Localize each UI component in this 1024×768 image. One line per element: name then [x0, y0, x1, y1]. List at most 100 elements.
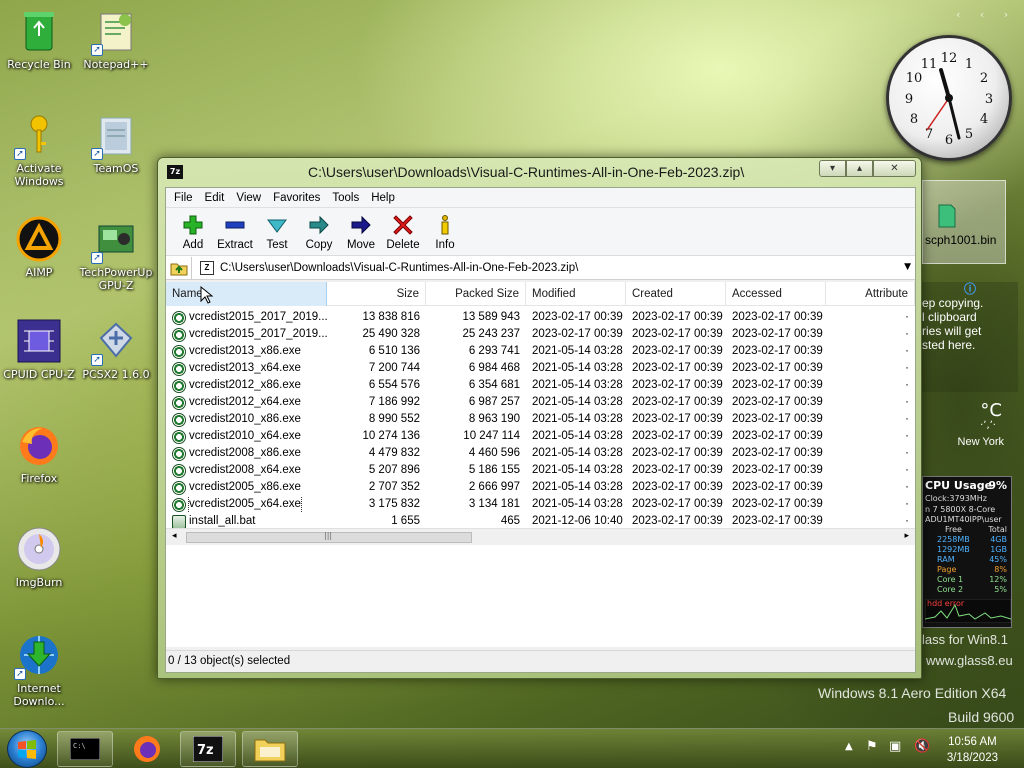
desktop-file-label: scph1001.bin: [925, 233, 997, 247]
taskbar-firefox[interactable]: [119, 731, 175, 767]
svg-text:10: 10: [906, 71, 923, 86]
table-row[interactable]: vcredist2013_x64.exe 7 200 744 6 984 468 20…: [166, 360, 915, 377]
column-created[interactable]: Created: [626, 282, 726, 306]
table-row[interactable]: vcredist2015_2017_2019... 25 490 328 25 24…: [166, 326, 915, 343]
column-packed-size[interactable]: Packed Size: [426, 282, 526, 306]
svg-text:6: 6: [945, 133, 953, 148]
desktop-icon-label: Recycle Bin: [7, 58, 71, 71]
move-icon: [351, 215, 371, 235]
table-row[interactable]: vcredist2015_2017_2019... 13 838 816 13 58…: [166, 309, 915, 326]
file-list-empty-area[interactable]: [166, 547, 915, 647]
scroll-left-icon[interactable]: ◂: [172, 531, 177, 541]
table-row[interactable]: vcredist2005_x64.exe 3 175 832 3 134 181 20…: [166, 496, 915, 513]
table-row[interactable]: vcredist2013_x86.exe 6 510 136 6 293 741 20…: [166, 343, 915, 360]
desktop-icon-aimp[interactable]: AIMP: [0, 216, 78, 279]
file-name: vcredist2012_x86.exe: [189, 379, 301, 391]
file-modified-cell: 2021-05-14 03:28: [532, 481, 623, 493]
cpu-meter-row-label: RAM: [937, 555, 955, 564]
start-button[interactable]: [7, 730, 47, 768]
cpu-meter-free-label: Free: [945, 525, 962, 534]
copy-button[interactable]: Copy: [298, 208, 340, 254]
column-accessed[interactable]: Accessed: [726, 282, 826, 306]
menu-view[interactable]: View: [230, 192, 267, 204]
desktop-icon-activate-windows[interactable]: ➚ Activate Windows: [0, 112, 78, 188]
desktop-icon-label: Internet Downlo...: [13, 682, 65, 708]
scrollbar-thumb[interactable]: |||: [186, 531, 472, 543]
action-center-flag-icon[interactable]: ⚑: [866, 739, 878, 754]
file-attribute-cell: ·: [905, 396, 909, 408]
desktop-icon-notepad-plus-plus[interactable]: ➚ Notepad++: [77, 8, 155, 71]
address-dropdown-icon[interactable]: ▼: [904, 262, 911, 272]
taskbar-clock[interactable]: 10:56 AM 3/18/2023: [947, 734, 998, 766]
desktop-icon-recycle-bin[interactable]: Recycle Bin: [0, 8, 78, 71]
menu-edit[interactable]: Edit: [199, 192, 231, 204]
table-row[interactable]: vcredist2012_x86.exe 6 554 576 6 354 681 20…: [166, 377, 915, 394]
extract-button[interactable]: Extract: [214, 208, 256, 254]
horizontal-scrollbar[interactable]: ◂ ||| ▸: [166, 528, 915, 545]
file-created-cell: 2023-02-17 00:39: [632, 362, 723, 374]
scroll-right-icon[interactable]: ▸: [904, 531, 909, 541]
teamos-icon: ➚: [91, 112, 139, 160]
desktop-icon-internet-download-manager[interactable]: ➚ Internet Downlo...: [0, 632, 78, 708]
show-hidden-icons-icon[interactable]: ▲: [845, 741, 853, 752]
table-row[interactable]: vcredist2010_x86.exe 8 990 552 8 963 190 20…: [166, 411, 915, 428]
exe-file-icon: [172, 480, 186, 495]
move-button[interactable]: Move: [340, 208, 382, 254]
file-accessed-cell: 2023-02-17 00:39: [732, 362, 823, 374]
network-icon[interactable]: ▣: [889, 739, 901, 754]
7zip-icon: 7z: [193, 736, 223, 762]
maximize-button[interactable]: ▴: [846, 160, 873, 177]
file-packed-size-cell: 4 460 596: [468, 447, 520, 459]
column-size[interactable]: Size: [327, 282, 426, 306]
info-button[interactable]: Info: [424, 208, 466, 254]
menu-file[interactable]: File: [168, 192, 199, 204]
menu-tools[interactable]: Tools: [326, 192, 365, 204]
gadget-nav-controls[interactable]: ‹ ‹ ›: [956, 8, 1016, 21]
extract-icon: [225, 221, 245, 229]
desktop-icon-cpu-z[interactable]: CPUID CPU-Z: [0, 318, 78, 381]
title-bar[interactable]: 7z C:\Users\user\Downloads\Visual-C-Runt…: [158, 158, 921, 186]
file-modified-cell: 2021-05-14 03:28: [532, 498, 623, 510]
file-accessed-cell: 2023-02-17 00:39: [732, 345, 823, 357]
table-row[interactable]: vcredist2008_x64.exe 5 207 896 5 186 155 20…: [166, 462, 915, 479]
table-row[interactable]: vcredist2005_x86.exe 2 707 352 2 666 997 20…: [166, 479, 915, 496]
file-name-cell: vcredist2010_x86.exe: [166, 411, 327, 428]
glass-watermark: lass for Win8.1: [922, 632, 1008, 647]
command-prompt-icon: C:\: [70, 738, 100, 760]
column-attribute[interactable]: Attribute: [826, 282, 915, 306]
site-watermark: www.glass8.eu: [926, 653, 1013, 668]
column-name[interactable]: Name: [166, 282, 327, 306]
folder-up-button[interactable]: [166, 256, 192, 279]
test-button[interactable]: Test: [256, 208, 298, 254]
desktop-icon-pcsx2[interactable]: ➚ PCSX2 1.6.0: [77, 318, 155, 381]
desktop-icon-gpu-z[interactable]: ➚ TechPowerUp GPU-Z: [77, 216, 155, 292]
extract-label: Extract: [217, 239, 253, 251]
taskbar-file-explorer[interactable]: [242, 731, 298, 767]
7zip-app-icon[interactable]: 7z: [167, 165, 183, 179]
desktop-icon-firefox[interactable]: Firefox: [0, 422, 78, 485]
weather-icon: ·ʼ,ʼ·: [980, 420, 996, 431]
column-modified[interactable]: Modified: [526, 282, 626, 306]
file-size-cell: 6 510 136: [368, 345, 420, 357]
desktop-icon-teamos[interactable]: ➚ TeamOS: [77, 112, 155, 175]
file-created-cell: 2023-02-17 00:39: [632, 481, 723, 493]
add-button[interactable]: Add: [172, 208, 214, 254]
desktop-icon-imgburn[interactable]: ImgBurn: [0, 526, 78, 589]
close-button[interactable]: ✕: [873, 160, 916, 177]
desktop-icon-label: ImgBurn: [15, 576, 63, 589]
menu-favorites[interactable]: Favorites: [267, 192, 326, 204]
file-size-cell: 3 175 832: [368, 498, 420, 510]
table-row[interactable]: vcredist2010_x64.exe 10 274 136 10 247 114…: [166, 428, 915, 445]
desktop-file-icon[interactable]: scph1001.bin: [922, 180, 1006, 264]
taskbar-7zip[interactable]: 7z: [180, 731, 236, 767]
file-name-cell: vcredist2012_x64.exe: [166, 394, 327, 411]
volume-muted-icon[interactable]: 🔇: [914, 739, 930, 754]
minimize-button[interactable]: ▾: [819, 160, 846, 177]
table-row[interactable]: vcredist2008_x86.exe 4 479 832 4 460 596 20…: [166, 445, 915, 462]
menu-help[interactable]: Help: [365, 192, 401, 204]
taskbar-cmd[interactable]: C:\: [57, 731, 113, 767]
table-row[interactable]: vcredist2012_x64.exe 7 186 992 6 987 257 20…: [166, 394, 915, 411]
address-combobox[interactable]: Z C:\Users\user\Downloads\Visual-C-Runti…: [200, 258, 915, 278]
file-created-cell: 2023-02-17 00:39: [632, 464, 723, 476]
delete-button[interactable]: Delete: [382, 208, 424, 254]
